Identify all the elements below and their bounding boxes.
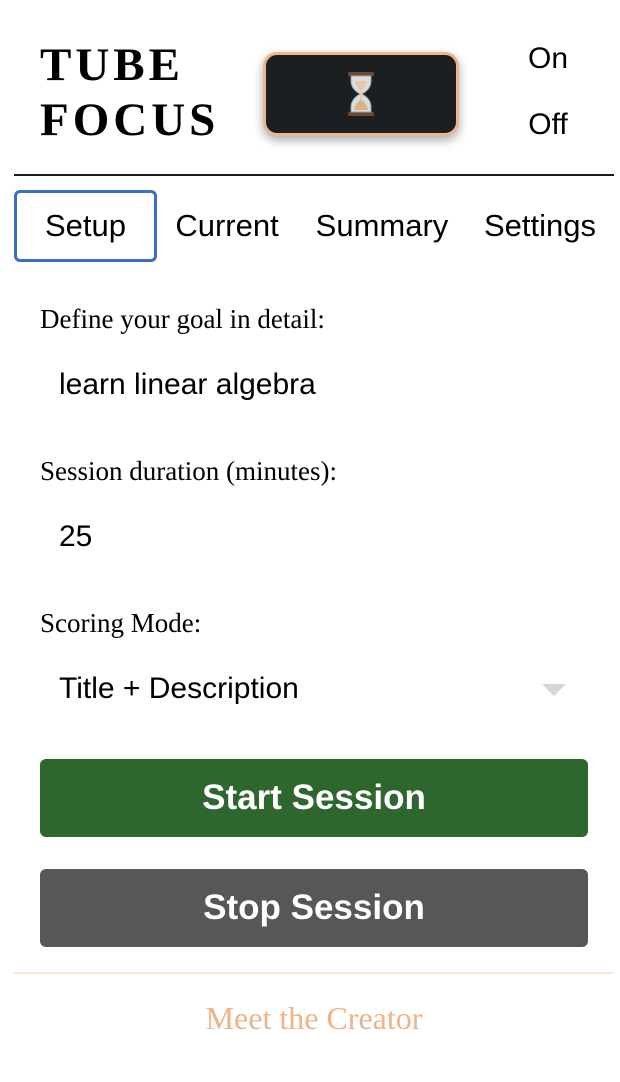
scoring-mode-select[interactable]: Title + Description [40,659,588,719]
duration-label: Session duration (minutes): [40,456,337,486]
tab-settings[interactable]: Settings [474,190,606,262]
scoring-mode-label: Scoring Mode: [40,608,202,638]
tab-bar: Setup Current Summary Settings [14,190,614,262]
stop-session-button[interactable]: Stop Session [40,869,588,947]
off-option[interactable]: Off [508,108,588,142]
tab-summary[interactable]: Summary [306,190,458,262]
brand-line-1: TUBE [40,39,184,91]
header-divider [14,174,614,176]
duration-input[interactable]: 25 [40,507,588,567]
hourglass-icon [348,72,374,116]
meet-the-creator-link[interactable]: Meet the Creator [0,1000,620,1037]
on-option[interactable]: On [508,42,588,76]
brand-logo: TUBE FOCUS [40,38,219,148]
chevron-down-icon [542,684,566,696]
tab-current[interactable]: Current [164,190,290,262]
footer-divider [14,972,614,974]
brand-line-2: FOCUS [40,94,220,146]
header: TUBE FOCUS On Off [0,0,620,176]
goal-label: Define your goal in detail: [40,304,325,334]
scoring-mode-value: Title + Description [59,672,299,705]
goal-input[interactable]: learn linear algebra [40,355,588,415]
focus-toggle-button[interactable] [263,52,459,136]
tab-setup[interactable]: Setup [14,190,157,262]
start-session-button[interactable]: Start Session [40,759,588,837]
